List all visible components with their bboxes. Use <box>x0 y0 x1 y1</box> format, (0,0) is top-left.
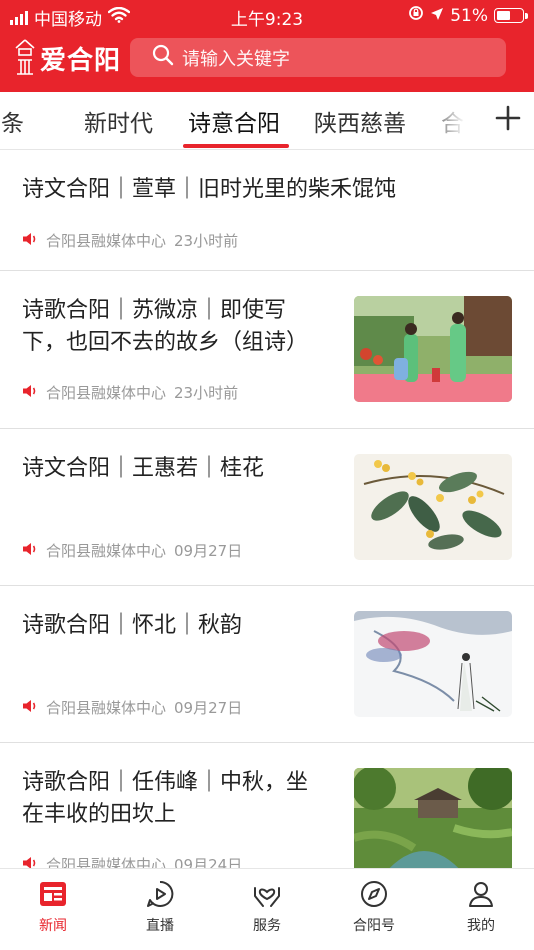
speaker-icon[interactable] <box>22 542 38 560</box>
search-icon <box>152 44 174 71</box>
article-thumbnail <box>354 296 512 402</box>
article-item[interactable]: 诗歌合阳｜怀北｜秋韵 合阳县融媒体中心 09月27日 <box>0 586 534 743</box>
location-icon <box>430 6 444 26</box>
battery-percent: 51% <box>450 5 488 26</box>
article-item[interactable]: 诗歌合阳｜任伟峰｜中秋，坐 在丰收的田坎上 合阳县融媒体中心 09月24日 <box>0 743 534 874</box>
tab-shaanxi-charity[interactable]: 陕西慈善 <box>314 104 406 138</box>
article-meta: 合阳县融媒体中心 09月27日 <box>22 697 242 718</box>
status-bar: 中国移动 上午9:23 51% <box>0 0 534 30</box>
article-item[interactable]: 诗歌合阳｜苏微凉｜即使写 下，也回不去的故乡（组诗） 合阳县融媒体中心 23小时… <box>0 271 534 429</box>
tab-heyang-account[interactable]: 合阳号 <box>334 877 414 935</box>
article-time: 09月27日 <box>174 542 243 560</box>
article-meta: 合阳县融媒体中心 23小时前 <box>22 230 238 251</box>
article-thumbnail <box>354 611 512 717</box>
tab-live[interactable]: 直播 <box>120 877 200 935</box>
tab-service-label: 服务 <box>253 918 281 934</box>
article-time: 23小时前 <box>174 384 239 402</box>
speaker-icon[interactable] <box>22 232 38 250</box>
article-source: 合阳县融媒体中心 <box>46 699 167 717</box>
app-header: 中国移动 上午9:23 51% 爱合阳 请输入关键字 <box>0 0 534 92</box>
user-icon <box>441 877 521 911</box>
article-thumbnail <box>354 768 512 874</box>
article-title: 诗歌合阳｜苏微凉｜即使写 下，也回不去的故乡（组诗） <box>22 295 308 359</box>
speaker-icon[interactable] <box>22 384 38 402</box>
article-title-line: 在丰收的田坎上 <box>22 802 177 827</box>
article-title-line: 诗歌合阳｜怀北｜秋韵 <box>22 613 243 638</box>
search-placeholder: 请输入关键字 <box>182 48 290 70</box>
heart-hands-icon <box>227 877 307 911</box>
article-title: 诗歌合阳｜任伟峰｜中秋，坐 在丰收的田坎上 <box>22 767 308 831</box>
article-time: 09月27日 <box>174 699 243 717</box>
article-source: 合阳县融媒体中心 <box>46 232 167 250</box>
bottom-tab-bar: 新闻 直播 服务 合阳号 我的 <box>0 868 534 950</box>
tabs-fade <box>422 92 484 148</box>
article-item[interactable]: 诗文合阳｜萱草｜旧时光里的柴禾馄饨 合阳县融媒体中心 23小时前 <box>0 150 534 271</box>
article-item[interactable]: 诗文合阳｜王惠若｜桂花 合阳县融媒体中心 09月27日 <box>0 429 534 586</box>
speaker-icon[interactable] <box>22 699 38 717</box>
tab-poetic-heyang[interactable]: 诗意合阳 <box>188 104 280 138</box>
active-tab-indicator <box>183 144 289 148</box>
article-source: 合阳县融媒体中心 <box>46 384 167 402</box>
app-name: 爱合阳 <box>40 45 122 76</box>
tab-live-label: 直播 <box>146 918 174 934</box>
article-meta: 合阳县融媒体中心 09月27日 <box>22 540 242 561</box>
play-icon <box>120 877 200 911</box>
article-title: 诗文合阳｜王惠若｜桂花 <box>22 453 264 485</box>
article-title: 诗歌合阳｜怀北｜秋韵 <box>22 610 242 642</box>
article-thumbnail <box>354 454 512 560</box>
add-channel-button[interactable] <box>482 92 534 148</box>
article-title-line: 诗文合阳｜王惠若｜桂花 <box>22 456 265 481</box>
article-time: 23小时前 <box>174 232 239 250</box>
logo-mark-icon <box>14 38 36 78</box>
article-title-line: 诗歌合阳｜任伟峰｜中秋，坐 <box>22 770 309 795</box>
battery-icon <box>494 8 528 23</box>
news-icon <box>13 877 93 911</box>
tab-heyang-account-label: 合阳号 <box>353 918 395 934</box>
article-title-line: 诗文合阳｜萱草｜旧时光里的柴禾馄饨 <box>22 177 397 202</box>
article-title-line: 诗歌合阳｜苏微凉｜即使写 <box>22 298 287 323</box>
article-title: 诗文合阳｜萱草｜旧时光里的柴禾馄饨 <box>22 174 396 206</box>
tab-mine-label: 我的 <box>467 918 495 934</box>
article-title-line: 下，也回不去的故乡（组诗） <box>22 330 309 355</box>
search-bar[interactable]: 请输入关键字 <box>130 38 506 77</box>
plus-icon <box>495 105 521 135</box>
tab-service[interactable]: 服务 <box>227 877 307 935</box>
tab-mine[interactable]: 我的 <box>441 877 521 935</box>
tab-new-era[interactable]: 新时代 <box>84 104 153 138</box>
app-logo[interactable]: 爱合阳 <box>14 38 121 78</box>
tab-news-label: 新闻 <box>39 918 67 934</box>
article-source: 合阳县融媒体中心 <box>46 542 167 560</box>
tab-news[interactable]: 新闻 <box>13 877 93 935</box>
channel-tabs: 头条 新时代 诗意合阳 陕西慈善 合阳 <box>0 92 534 150</box>
rotation-lock-icon <box>408 5 424 26</box>
tab-headlines[interactable]: 头条 <box>0 104 24 138</box>
compass-icon <box>334 877 414 911</box>
article-meta: 合阳县融媒体中心 23小时前 <box>22 382 238 403</box>
